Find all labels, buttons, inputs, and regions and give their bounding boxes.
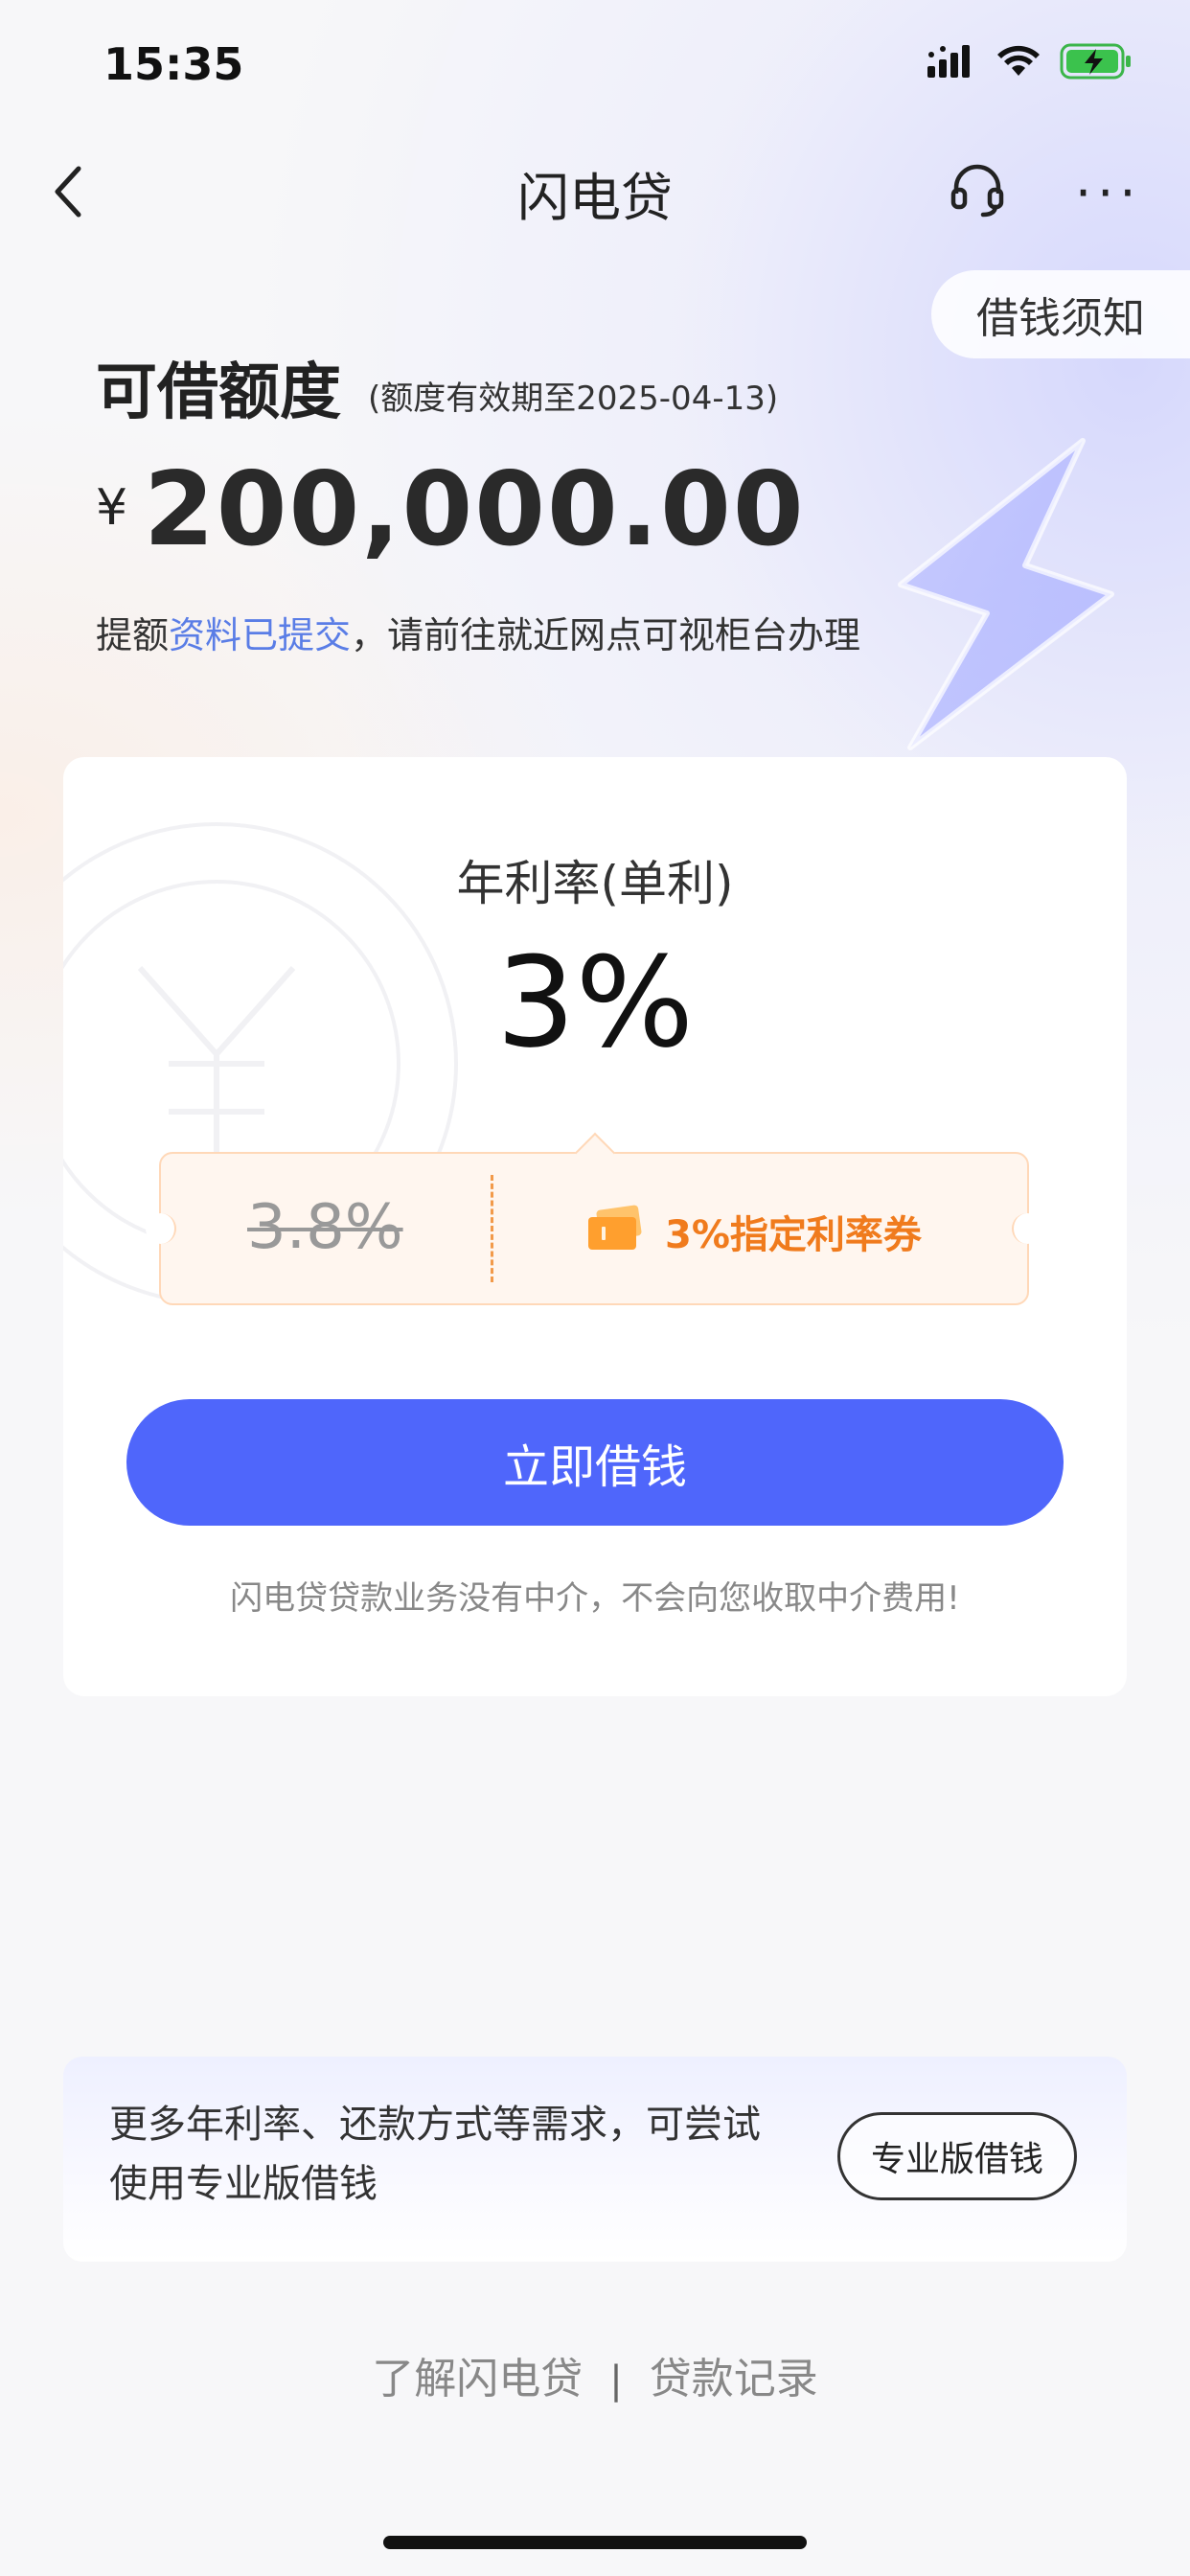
currency-symbol: ¥ <box>96 479 128 537</box>
coupon-divider <box>491 1175 493 1282</box>
signal-icon <box>927 45 970 78</box>
more-icon[interactable]: ··· <box>1075 163 1142 223</box>
credit-title: 可借额度 <box>96 357 341 428</box>
page-title: 闪电贷 <box>517 168 673 228</box>
rate-card: 年利率(单利) 3% 3.8% 3%指定利率券 立即借钱 闪电贷贷款业务没有中介… <box>63 757 1127 1696</box>
materials-submitted-link[interactable]: 资料已提交 <box>169 614 351 656</box>
borrow-notice-button[interactable]: 借钱须知 <box>931 270 1190 358</box>
coupon-notch-right <box>1012 1213 1042 1244</box>
coupon-pointer <box>574 1132 616 1174</box>
status-icons <box>927 43 1133 80</box>
wifi-icon <box>997 45 1040 76</box>
credit-description: 提额资料已提交，请前往就近网点可视柜台办理 <box>96 606 860 658</box>
loan-records-link[interactable]: 贷款记录 <box>650 2344 818 2405</box>
footer-separator: | <box>609 2358 623 2403</box>
rate-coupon[interactable]: 3.8% 3%指定利率券 <box>146 1132 1042 1305</box>
footer-links: 了解闪电贷 | 贷款记录 <box>0 2344 1190 2405</box>
ticket-icon <box>588 1205 642 1250</box>
lightning-bolt-icon <box>898 438 1114 750</box>
original-rate: 3.8% <box>247 1192 403 1263</box>
promo-text: 更多年利率、还款方式等需求，可尝试使用专业版借钱 <box>109 2103 761 2206</box>
credit-validity: (额度有效期至2025-04-13) <box>368 380 779 418</box>
pro-version-promo: 更多年利率、还款方式等需求，可尝试使用专业版借钱 专业版借钱 <box>63 2057 1127 2262</box>
borrow-now-button[interactable]: 立即借钱 <box>126 1399 1064 1526</box>
desc-prefix: 提额 <box>96 614 170 656</box>
coupon-notch-left <box>146 1213 176 1244</box>
coupon-text: 3%指定利率券 <box>665 1213 922 1257</box>
headset-icon[interactable] <box>949 161 1006 218</box>
battery-charging-icon <box>1060 43 1131 80</box>
pro-borrow-button[interactable]: 专业版借钱 <box>837 2112 1077 2200</box>
no-agent-disclaimer: 闪电贷贷款业务没有中介，不会向您收取中介费用! <box>230 1579 960 1618</box>
rate-label: 年利率(单利) <box>456 856 734 911</box>
desc-suffix: ，请前往就近网点可视柜台办理 <box>351 614 861 656</box>
about-link[interactable]: 了解闪电贷 <box>372 2344 583 2405</box>
credit-amount: 200,000.00 <box>144 450 806 568</box>
rate-value: 3% <box>495 930 695 1075</box>
status-time: 15:35 <box>103 38 244 90</box>
home-indicator[interactable] <box>383 2536 807 2549</box>
